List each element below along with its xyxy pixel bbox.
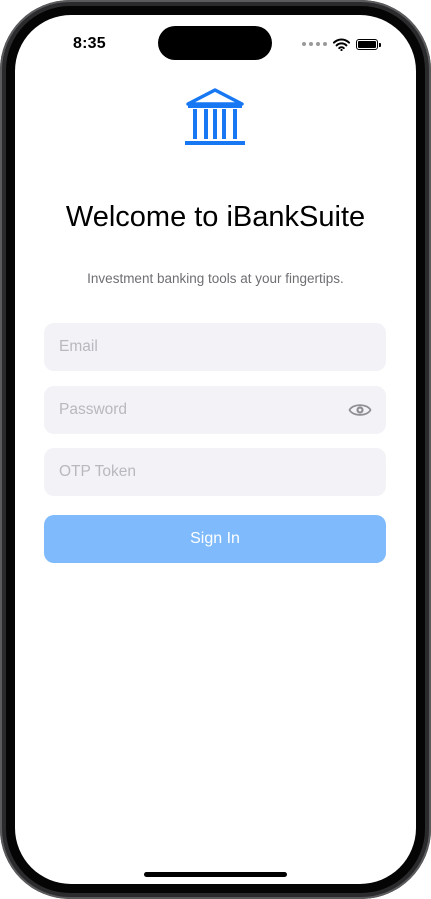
app-screen: 8:35 Welcome to iBankSuite Investment ba… <box>15 15 416 884</box>
otp-field-container <box>44 448 386 496</box>
status-time: 8:35 <box>73 35 106 52</box>
cellular-signal-icon <box>302 42 327 46</box>
dynamic-island <box>158 26 272 60</box>
phone-frame: 8:35 Welcome to iBankSuite Investment ba… <box>0 0 431 899</box>
password-field-container <box>44 386 386 434</box>
bank-icon <box>185 88 245 145</box>
home-indicator[interactable] <box>144 872 287 877</box>
email-field-container <box>44 323 386 371</box>
email-input[interactable] <box>44 323 386 371</box>
eye-icon[interactable] <box>348 400 372 420</box>
status-indicators <box>302 37 381 51</box>
otp-token-input[interactable] <box>44 448 386 496</box>
page-subtitle: Investment banking tools at your fingert… <box>87 271 344 286</box>
wifi-icon <box>333 38 350 51</box>
sign-in-button[interactable]: Sign In <box>44 515 386 563</box>
password-input[interactable] <box>44 386 386 434</box>
battery-icon <box>356 38 381 50</box>
page-title: Welcome to iBankSuite <box>65 201 366 233</box>
